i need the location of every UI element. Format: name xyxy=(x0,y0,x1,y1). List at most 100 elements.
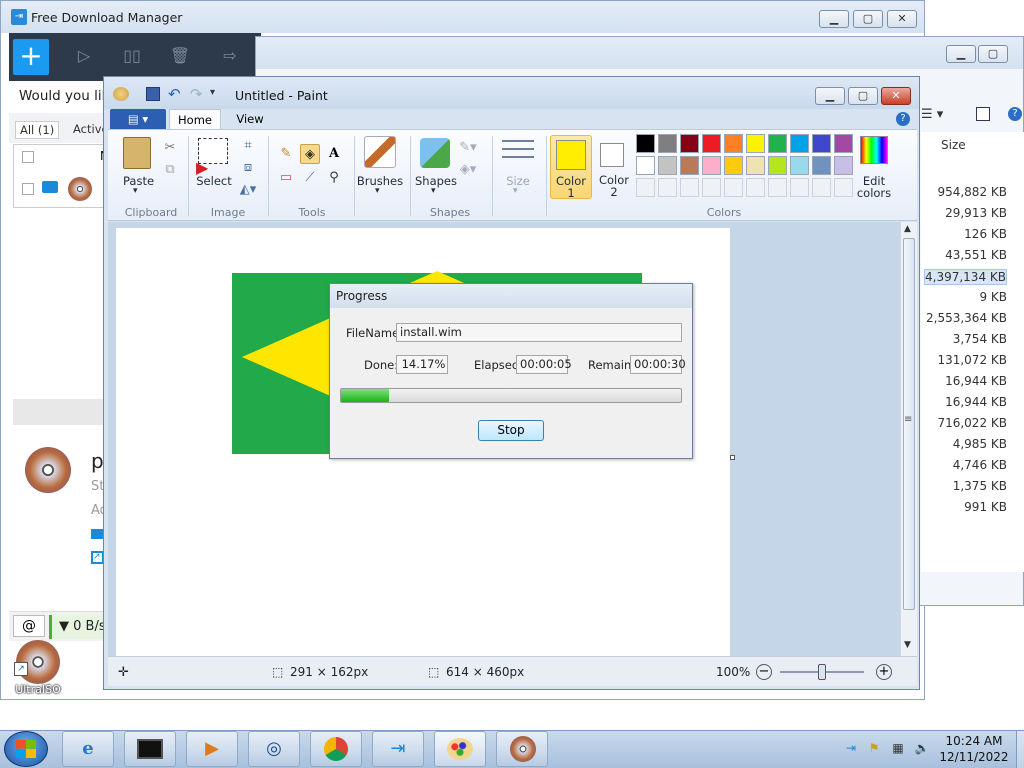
color1-button[interactable]: Color 1 xyxy=(550,135,592,200)
brushes-icon[interactable] xyxy=(364,136,396,168)
scroll-up-arrow-icon[interactable]: ▲ xyxy=(904,224,911,234)
explorer-maximize-button[interactable]: ▢ xyxy=(978,45,1008,63)
palette-color-swatch[interactable] xyxy=(746,134,765,153)
brushes-button[interactable]: Brushes xyxy=(356,174,404,188)
taskbar-console-button[interactable] xyxy=(124,731,176,767)
taskbar-media-player-button[interactable]: ▶ xyxy=(186,731,238,767)
tab-home[interactable]: Home xyxy=(169,109,221,130)
palette-color-swatch[interactable] xyxy=(702,134,721,153)
file-size-cell[interactable]: 991 KB xyxy=(964,500,1007,514)
file-size-cell[interactable]: 29,913 KB xyxy=(945,206,1007,220)
palette-empty-swatch[interactable] xyxy=(658,178,677,197)
color-picker-icon[interactable]: ⟋ xyxy=(300,168,320,188)
move-icon[interactable]: ⇨ xyxy=(219,45,241,67)
file-size-cell[interactable]: 954,882 KB xyxy=(937,185,1007,199)
select-button[interactable]: Select xyxy=(196,174,232,188)
file-size-cell[interactable]: 2,553,364 KB xyxy=(926,311,1007,325)
file-size-cell[interactable]: 4,746 KB xyxy=(953,458,1007,472)
shapes-button[interactable]: Shapes xyxy=(414,174,458,188)
palette-empty-swatch[interactable] xyxy=(790,178,809,197)
paint-minimize-button[interactable]: ▁ xyxy=(815,87,845,105)
shapes-dropdown-icon[interactable]: ▾ xyxy=(431,186,436,196)
palette-empty-swatch[interactable] xyxy=(768,178,787,197)
palette-empty-swatch[interactable] xyxy=(834,178,853,197)
size-dropdown-icon[interactable]: ▾ xyxy=(513,186,518,196)
zoom-out-icon[interactable]: − xyxy=(756,664,772,680)
copy-icon[interactable]: ⧉ xyxy=(160,160,180,180)
paste-button[interactable]: Paste xyxy=(123,174,154,188)
file-size-cell[interactable]: 4,397,134 KB xyxy=(924,269,1007,285)
taskbar-paint-button[interactable] xyxy=(434,731,486,767)
pencil-icon[interactable]: ✎ xyxy=(276,144,296,164)
redo-icon[interactable]: ↷ xyxy=(190,85,203,103)
edit-colors-icon[interactable] xyxy=(860,136,888,164)
palette-empty-swatch[interactable] xyxy=(746,178,765,197)
trash-icon[interactable]: 🗑 xyxy=(169,45,191,67)
size-button[interactable]: Size xyxy=(500,174,536,188)
palette-empty-swatch[interactable] xyxy=(724,178,743,197)
pause-icon[interactable]: ▯▯ xyxy=(121,45,143,67)
file-size-cell[interactable]: 16,944 KB xyxy=(945,395,1007,409)
palette-color-swatch[interactable] xyxy=(636,134,655,153)
palette-empty-swatch[interactable] xyxy=(636,178,655,197)
fdm-maximize-button[interactable]: ▢ xyxy=(853,10,883,28)
file-size-cell[interactable]: 3,754 KB xyxy=(953,332,1007,346)
fdm-titlebar[interactable]: ⇥ Free Download Manager ▁ ▢ ✕ xyxy=(1,1,924,33)
fdm-minimize-button[interactable]: ▁ xyxy=(819,10,849,28)
size-column-header[interactable]: Size xyxy=(941,138,966,152)
palette-color-swatch[interactable] xyxy=(768,156,787,175)
file-size-cell[interactable]: 4,985 KB xyxy=(953,437,1007,451)
palette-color-swatch[interactable] xyxy=(680,156,699,175)
outline-icon[interactable]: ✎▾ xyxy=(458,138,478,158)
rotate-icon[interactable]: ◭▾ xyxy=(238,180,258,200)
palette-empty-swatch[interactable] xyxy=(680,178,699,197)
canvas-resize-handle[interactable] xyxy=(730,455,735,460)
taskbar-clock[interactable]: 10:24 AM 12/11/2022 xyxy=(936,733,1012,765)
view-options-icon[interactable]: ☰ ▾ xyxy=(921,107,943,122)
taskbar-fdm-button[interactable]: ⇥ xyxy=(372,731,424,767)
paint-titlebar[interactable]: ↶ ↷ ▾ Untitled - Paint ▁ ▢ ✕ xyxy=(104,77,919,109)
file-size-cell[interactable]: 9 KB xyxy=(979,290,1007,304)
help-icon[interactable]: ? xyxy=(1008,107,1022,121)
file-size-cell[interactable]: 126 KB xyxy=(964,227,1007,241)
palette-color-swatch[interactable] xyxy=(834,156,853,175)
palette-color-swatch[interactable] xyxy=(790,134,809,153)
crop-icon[interactable]: ⌗ xyxy=(238,136,258,156)
ribbon-help-icon[interactable]: ? xyxy=(896,112,910,126)
fdm-close-button[interactable]: ✕ xyxy=(887,10,917,28)
paint-menu-button[interactable]: ▤ ▾ xyxy=(110,109,166,130)
ultraiso-desktop-label[interactable]: UltraISO xyxy=(10,683,66,696)
start-button[interactable] xyxy=(4,731,48,767)
zoom-slider-thumb[interactable] xyxy=(818,664,826,680)
shapes-icon[interactable] xyxy=(420,138,450,168)
paint-close-button[interactable]: ✕ xyxy=(881,87,911,105)
network-tray-icon[interactable]: ▦ xyxy=(890,740,906,756)
file-size-cell[interactable]: 16,944 KB xyxy=(945,374,1007,388)
palette-color-swatch[interactable] xyxy=(812,156,831,175)
show-desktop-button[interactable] xyxy=(1016,731,1024,768)
quick-access-dropdown-icon[interactable]: ▾ xyxy=(210,87,215,98)
action-center-icon[interactable]: ⚑ xyxy=(866,740,882,756)
palette-color-swatch[interactable] xyxy=(702,156,721,175)
file-size-cell[interactable]: 716,022 KB xyxy=(937,416,1007,430)
paint-maximize-button[interactable]: ▢ xyxy=(848,87,878,105)
shape-fill-icon[interactable]: ◈▾ xyxy=(458,160,478,180)
palette-color-swatch[interactable] xyxy=(680,134,699,153)
brushes-dropdown-icon[interactable]: ▾ xyxy=(375,186,380,196)
palette-color-swatch[interactable] xyxy=(834,134,853,153)
file-size-cell[interactable]: 1,375 KB xyxy=(953,479,1007,493)
select-all-checkbox[interactable] xyxy=(22,151,34,163)
palette-color-swatch[interactable] xyxy=(768,134,787,153)
paste-dropdown-icon[interactable]: ▾ xyxy=(133,186,138,196)
stop-button[interactable]: Stop xyxy=(478,420,544,441)
explorer-minimize-button[interactable]: ▁ xyxy=(946,45,976,63)
save-icon[interactable] xyxy=(146,87,160,101)
tab-view[interactable]: View xyxy=(224,109,276,130)
text-icon[interactable]: A xyxy=(324,144,344,164)
vertical-scrollbar[interactable]: ▲ ≡ ▼ xyxy=(900,222,917,656)
taskbar-ie-button[interactable]: e xyxy=(62,731,114,767)
palette-color-swatch[interactable] xyxy=(724,134,743,153)
fill-icon[interactable]: ◈ xyxy=(300,144,320,164)
magnifier-icon[interactable]: ⚲ xyxy=(324,168,344,188)
resume-icon[interactable]: ▷ xyxy=(73,45,95,67)
